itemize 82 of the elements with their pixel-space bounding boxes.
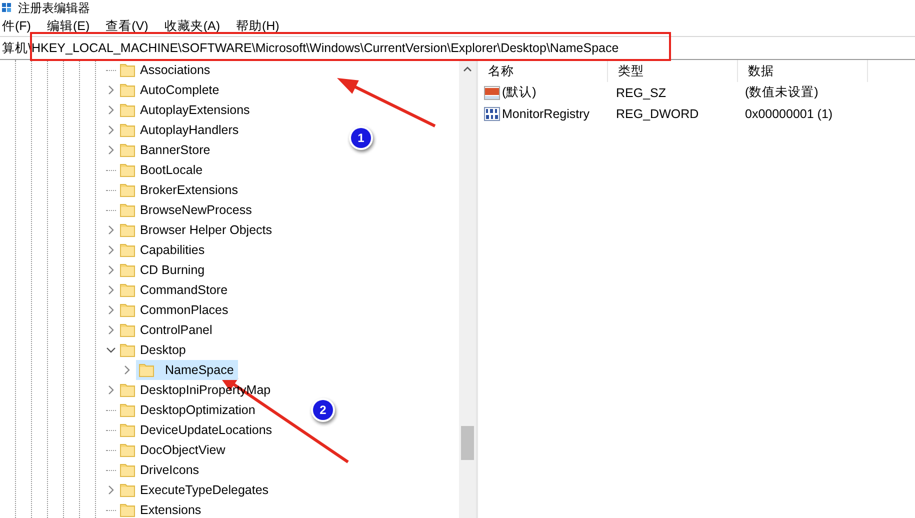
tree-item[interactable]: ExecuteTypeDelegates [120, 480, 273, 500]
string-value-icon [484, 86, 500, 100]
folder-icon [120, 163, 135, 177]
folder-icon [120, 183, 135, 197]
tree-item[interactable]: Desktop [120, 340, 190, 360]
tree-item[interactable]: AutoplayExtensions [120, 100, 254, 120]
tree-item[interactable]: BrokerExtensions [120, 180, 242, 200]
value-name[interactable]: MonitorRegistry [502, 106, 590, 120]
chevron-right-icon[interactable] [106, 385, 116, 395]
folder-icon [120, 503, 135, 517]
scrollbar[interactable] [459, 60, 476, 518]
window-title: 注册表编辑器 [18, 0, 90, 16]
step-number-badge: 2 [313, 400, 333, 420]
chevron-right-icon[interactable] [122, 365, 132, 375]
column-header[interactable]: 名称 [478, 60, 608, 82]
menu-item[interactable]: 编辑(E) [46, 18, 90, 34]
folder-icon [120, 483, 135, 497]
folder-icon [120, 463, 135, 477]
chevron-right-icon[interactable] [106, 145, 116, 155]
tree-item[interactable]: BannerStore [120, 140, 214, 160]
tree-item[interactable]: CD Burning [120, 260, 209, 280]
chevron-right-icon[interactable] [106, 245, 116, 255]
value-name[interactable]: (默认) [502, 84, 536, 101]
folder-icon [120, 383, 135, 397]
folder-icon [120, 123, 135, 137]
folder-icon [120, 243, 135, 257]
chevron-right-icon[interactable] [106, 105, 116, 115]
tree-item[interactable]: ControlPanel [120, 320, 216, 340]
scroll-up-icon[interactable] [463, 66, 472, 72]
tree-item[interactable]: CommandStore [120, 280, 232, 300]
folder-icon [120, 143, 135, 157]
chevron-down-icon[interactable] [106, 346, 116, 354]
folder-icon [120, 283, 135, 297]
tree-item[interactable]: Extensions [120, 500, 206, 518]
table-cell-text: REG_DWORD [615, 106, 700, 120]
folder-icon [120, 263, 135, 277]
column-header[interactable]: 类型 [608, 60, 738, 82]
menu-item[interactable]: 收藏夹(A) [164, 18, 220, 34]
tree-item[interactable]: BrowseNewProcess [120, 200, 256, 220]
tree-item[interactable]: DocObjectView [120, 440, 230, 460]
tree-item[interactable]: AutoComplete [120, 80, 224, 100]
tree-item[interactable]: DesktopOptimization [120, 400, 260, 420]
folder-icon [120, 423, 135, 437]
chevron-right-icon[interactable] [106, 285, 116, 295]
folder-icon [120, 83, 135, 97]
chevron-right-icon[interactable] [106, 325, 116, 335]
folder-icon [120, 323, 135, 337]
folder-icon [120, 303, 135, 317]
chevron-right-icon[interactable] [106, 225, 116, 235]
tree-item[interactable]: DriveIcons [120, 460, 204, 480]
table-cell-text: REG_SZ [615, 86, 668, 100]
registry-icon [2, 3, 12, 13]
table-cell-text: (数值未设置) [744, 84, 820, 101]
menu-item[interactable]: 查看(V) [106, 18, 148, 34]
chevron-right-icon[interactable] [106, 485, 116, 495]
folder-icon [120, 103, 135, 117]
tree-item[interactable]: NameSpace [136, 360, 238, 380]
menu-item[interactable]: 帮助(H) [236, 18, 280, 34]
tree-item[interactable]: CommonPlaces [120, 300, 232, 320]
tree-item[interactable]: Associations [120, 60, 214, 80]
table-cell-text: 0x00000001 (1) [744, 106, 834, 120]
folder-icon [120, 63, 135, 77]
chevron-right-icon[interactable] [106, 125, 116, 135]
column-header[interactable]: 数据 [738, 60, 868, 82]
chevron-right-icon[interactable] [106, 305, 116, 315]
tree-item[interactable]: Capabilities [120, 240, 209, 260]
tree-item[interactable]: AutoplayHandlers [120, 120, 243, 140]
tree-item[interactable]: DeviceUpdateLocations [120, 420, 276, 440]
folder-icon [120, 443, 135, 457]
tree-item[interactable]: Browser Helper Objects [120, 220, 276, 240]
binary-value-icon [484, 106, 500, 120]
folder-icon [120, 203, 135, 217]
tree-item[interactable]: BootLocale [120, 160, 207, 180]
chevron-right-icon[interactable] [106, 85, 116, 95]
folder-icon [120, 223, 135, 237]
folder-icon [120, 403, 135, 417]
scroll-thumb[interactable] [461, 426, 474, 460]
folder-icon [139, 363, 154, 377]
menu-item[interactable]: 件(F) [2, 18, 31, 34]
step-number-badge: 1 [351, 128, 371, 148]
folder-icon [120, 343, 135, 357]
chevron-right-icon[interactable] [106, 265, 116, 275]
